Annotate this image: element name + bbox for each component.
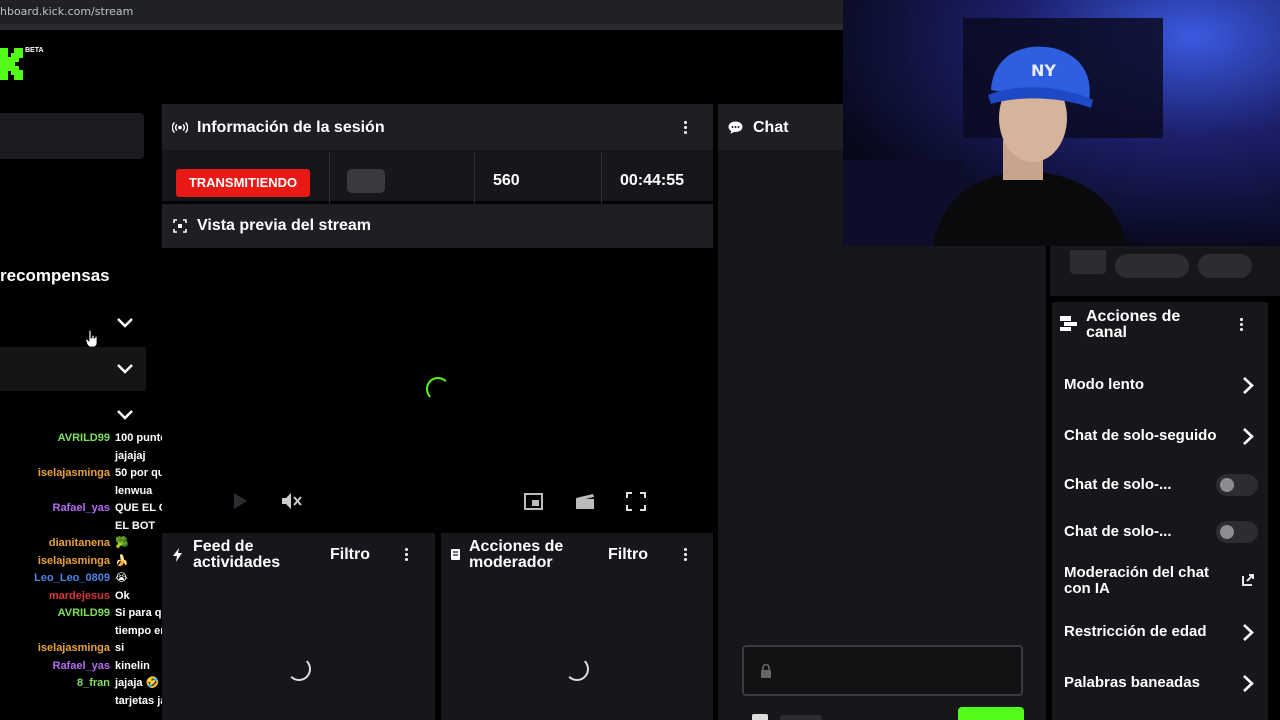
placeholder-pill (347, 169, 385, 193)
chat-message: 😭 (115, 572, 128, 584)
chat-username[interactable]: dianitanena (0, 535, 110, 553)
chevron-down-icon[interactable] (115, 316, 135, 330)
preview-title: Vista previa del stream (197, 217, 372, 234)
chat-tool-icon[interactable] (752, 714, 768, 720)
mod-actions-title-line2: moderador (469, 554, 553, 571)
chat-input[interactable] (742, 645, 1023, 696)
divider (474, 152, 475, 210)
mod-actions-title: Acciones de moderador (469, 539, 563, 571)
chat-username[interactable]: Rafael_yas (0, 658, 111, 676)
play-icon[interactable] (232, 492, 248, 510)
channel-actions-panel (1052, 302, 1268, 720)
loading-spinner (287, 657, 311, 681)
webcam-feed: NY (843, 0, 1280, 246)
kick-logo[interactable] (0, 48, 24, 80)
viewer-count: 560 (493, 172, 520, 189)
emote-only-option[interactable]: Chat de solo-... (1064, 523, 1172, 540)
subs-only-toggle[interactable] (1216, 474, 1258, 496)
banned-words-option[interactable]: Palabras baneadas (1064, 674, 1200, 691)
toggle-knob (1220, 525, 1234, 539)
chat-tool-pill[interactable] (780, 715, 822, 720)
loading-spinner (565, 657, 589, 681)
chat-message: si (115, 642, 125, 654)
mod-kebab-icon[interactable] (684, 548, 688, 562)
activity-feed-title-line1: Feed de (193, 538, 254, 555)
mod-actions-title-line1: Acciones de (469, 538, 564, 555)
chat-username[interactable]: iselajasminga (0, 553, 110, 571)
chat-username[interactable]: mardejesus (0, 588, 110, 606)
chat-username[interactable]: iselajasminga (0, 640, 110, 658)
ai-moderation-label-line2: con IA (1064, 580, 1110, 597)
pip-icon[interactable] (524, 493, 543, 510)
channel-actions-icon (1060, 316, 1077, 331)
channel-actions-title-line2: canal (1086, 324, 1127, 341)
mod-list-icon (451, 549, 460, 560)
quick-action[interactable] (1115, 254, 1189, 278)
browser-url-text[interactable]: hboard.kick.com/stream (0, 5, 133, 18)
activity-feed-title: Feed de actividades (193, 539, 280, 571)
chat-message: EL BOT (115, 519, 156, 532)
broadcast-icon (172, 122, 188, 133)
chat-username[interactable]: AVRILD99 (0, 605, 110, 623)
toggle-knob (1220, 478, 1234, 492)
chat-username[interactable]: Rafael_yas (0, 500, 111, 518)
quick-action[interactable] (1198, 254, 1252, 278)
activity-kebab-icon[interactable] (405, 548, 409, 562)
followers-only-option[interactable]: Chat de solo-seguido (1064, 427, 1234, 444)
mod-filter-button[interactable]: Filtro (608, 546, 648, 564)
chevron-down-icon[interactable] (115, 408, 135, 422)
channel-actions-title-line1: Acciones de (1086, 308, 1181, 325)
loading-spinner (426, 377, 450, 401)
chat-message: kinelin (115, 659, 150, 672)
ai-moderation-label-line1: Moderación del chat (1064, 564, 1210, 581)
session-info-title: Información de la sesión (197, 119, 385, 136)
theater-icon[interactable] (575, 493, 595, 510)
chat-send-button[interactable] (958, 707, 1024, 720)
ai-moderation-option[interactable]: Moderación del chat con IA (1064, 565, 1209, 597)
chat-username[interactable]: Leo_Leo_0809 (0, 570, 110, 588)
fullscreen-icon[interactable] (626, 492, 646, 511)
screenshot-icon (173, 219, 187, 233)
webcam-image: NY (843, 0, 1280, 246)
rewards-heading: recompensas (0, 266, 110, 285)
stream-duration: 00:44:55 (620, 172, 685, 189)
chat-username[interactable]: AVRILD99 (0, 430, 110, 448)
activity-feed-title-line2: actividades (193, 554, 281, 571)
browser-divider (0, 24, 843, 30)
external-link-icon[interactable] (1241, 573, 1255, 587)
chevron-right-icon[interactable] (1241, 623, 1255, 642)
chat-message: Ok (115, 589, 130, 602)
quick-action[interactable] (1070, 250, 1106, 274)
channel-actions-title: Acciones de canal (1086, 309, 1180, 341)
cap-logo: NY (1031, 61, 1056, 80)
divider (601, 152, 602, 210)
chat-username[interactable]: 8_fran (0, 675, 110, 693)
beta-badge: BETA (25, 47, 44, 54)
chat-message: 🍌 (115, 554, 129, 567)
slow-mode-option[interactable]: Modo lento (1064, 376, 1144, 393)
mute-icon[interactable] (281, 492, 303, 510)
chevron-down-icon[interactable] (115, 362, 135, 376)
chevron-right-icon[interactable] (1241, 674, 1255, 693)
channel-kebab-icon[interactable] (1240, 318, 1244, 332)
subs-only-option[interactable]: Chat de solo-... (1064, 476, 1172, 493)
chat-message: lenwua (115, 484, 153, 497)
chevron-right-icon[interactable] (1241, 427, 1255, 446)
session-kebab-icon[interactable] (684, 121, 688, 135)
chevron-right-icon[interactable] (1241, 376, 1255, 395)
chat-message: jajajaj (115, 449, 146, 462)
lightning-icon (173, 548, 182, 562)
hand-cursor-icon (85, 330, 98, 348)
chat-message: 🥦 (115, 537, 129, 549)
chat-bubble-icon (728, 121, 743, 134)
live-status-badge: TRANSMITIENDO (176, 169, 310, 197)
emote-only-toggle[interactable] (1216, 521, 1258, 543)
chat-username[interactable]: iselajasminga (0, 465, 110, 483)
age-restriction-option[interactable]: Restricción de edad (1064, 623, 1207, 640)
chat-title: Chat (753, 119, 789, 136)
divider (329, 152, 330, 210)
activity-filter-button[interactable]: Filtro (330, 546, 370, 564)
sidebar-nav-item[interactable] (0, 113, 144, 159)
lock-icon (761, 663, 771, 678)
